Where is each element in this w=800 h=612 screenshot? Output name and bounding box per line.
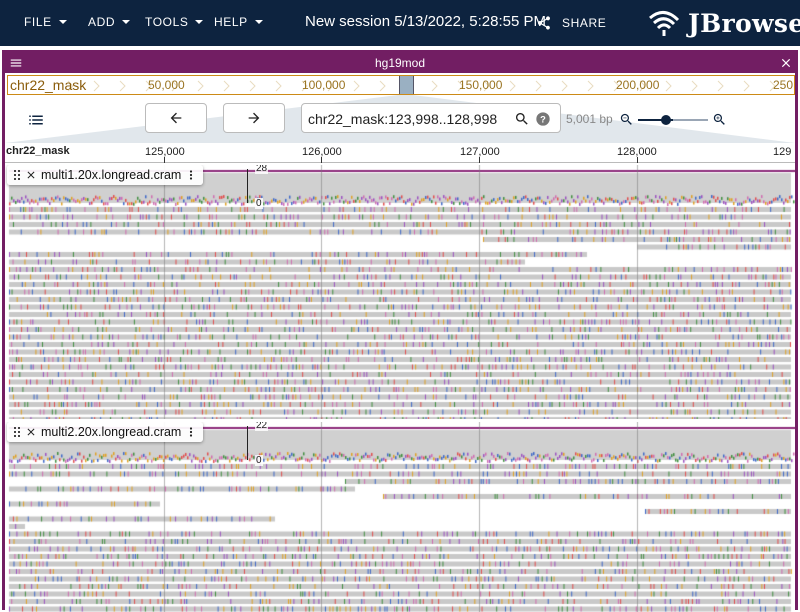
overview-current-region[interactable] xyxy=(399,76,414,94)
coverage-scale-min: 0 xyxy=(255,455,263,466)
search-icon[interactable] xyxy=(514,111,530,127)
overview-scalebar[interactable]: chr22_mask 50,000 100,000 150,000 200,00… xyxy=(7,75,795,95)
help-menu-label: HELP xyxy=(214,15,248,29)
help-icon[interactable]: ? xyxy=(535,111,551,127)
scroll-right-button[interactable] xyxy=(223,103,285,133)
alignments-track[interactable]: 22 0 multi2.20x.longread.cram xyxy=(5,422,795,612)
overview-tick: 50,000 xyxy=(148,78,185,92)
add-menu[interactable]: ADD xyxy=(88,15,131,29)
close-track-icon[interactable] xyxy=(25,426,37,438)
app-bar: FILE ADD TOOLS HELP New session 5/13/202… xyxy=(0,0,800,46)
overview-ref-name: chr22_mask xyxy=(10,77,87,93)
overview-tick: 100,000 xyxy=(302,78,346,92)
caret-down-icon xyxy=(58,20,67,24)
ruler-tick: 125,000 xyxy=(145,146,185,158)
alignments-canvas[interactable] xyxy=(5,422,795,612)
share-label: SHARE xyxy=(562,16,607,30)
location-input[interactable]: chr22_mask:123,998..128,998 xyxy=(308,111,497,127)
share-icon xyxy=(538,16,550,30)
coverage-scale-max: 22 xyxy=(255,422,269,431)
close-track-icon[interactable] xyxy=(25,169,37,181)
caret-down-icon xyxy=(122,20,131,24)
ruler-tick: 126,000 xyxy=(302,146,342,158)
file-menu-label: FILE xyxy=(24,15,52,29)
drag-handle-icon[interactable] xyxy=(13,169,21,181)
track-selector-icon[interactable] xyxy=(27,111,45,129)
alignments-track[interactable]: 28 0 multi1.20x.longread.cram xyxy=(5,165,795,419)
add-menu-label: ADD xyxy=(88,15,116,29)
caret-down-icon xyxy=(195,20,204,24)
help-menu[interactable]: HELP xyxy=(214,15,263,29)
logo-text: JBrowse xyxy=(688,8,800,38)
svg-text:?: ? xyxy=(540,114,546,124)
track-menu-icon[interactable] xyxy=(185,168,197,182)
zoom-slider-thumb[interactable] xyxy=(661,115,671,125)
bp-width-label: 5,001 bp xyxy=(566,112,613,126)
view-header: hg19mod xyxy=(5,53,795,73)
ruler-ref-name: chr22_mask xyxy=(6,145,70,157)
file-menu[interactable]: FILE xyxy=(24,15,67,29)
view-controls: chr22_mask:123,998..128,998 ? 5,001 bp xyxy=(5,97,795,145)
share-button[interactable]: SHARE xyxy=(536,15,606,31)
overview-tick: 250 xyxy=(773,78,794,92)
coverage-scale-max: 28 xyxy=(255,165,269,174)
track-label[interactable]: multi2.20x.longread.cram xyxy=(7,422,204,442)
caret-down-icon xyxy=(254,20,263,24)
ruler-tick: 127,000 xyxy=(460,146,500,158)
session-title[interactable]: New session 5/13/2022, 5:28:55 PM xyxy=(305,13,546,30)
tools-menu-label: TOOLS xyxy=(145,15,189,29)
scroll-left-button[interactable] xyxy=(145,103,207,133)
ruler-tick: 128,000 xyxy=(617,146,657,158)
arrow-left-icon xyxy=(170,112,182,124)
location-search-box[interactable]: chr22_mask:123,998..128,998 ? xyxy=(301,103,561,133)
zoom-slider-rail xyxy=(673,119,708,121)
jbrowse-logo-icon xyxy=(649,11,680,36)
ruler[interactable]: chr22_mask 125,000 126,000 127,000 128,0… xyxy=(5,145,795,163)
track-name: multi2.20x.longread.cram xyxy=(41,425,182,439)
tools-menu[interactable]: TOOLS xyxy=(145,15,204,29)
drag-handle-icon[interactable] xyxy=(13,426,21,438)
coverage-scale xyxy=(247,426,248,460)
view-title: hg19mod xyxy=(374,56,426,70)
overview-tick: 200,000 xyxy=(616,78,660,92)
zoom-out-icon[interactable] xyxy=(619,112,634,127)
close-view-icon[interactable] xyxy=(779,56,793,70)
linear-genome-view: hg19mod chr22_mask 50,000 100,000 150,00… xyxy=(2,50,798,612)
zoom-in-icon[interactable] xyxy=(712,112,727,127)
track-menu-icon[interactable] xyxy=(185,425,197,439)
jbrowse-logo: JBrowse xyxy=(646,8,800,38)
arrow-right-icon xyxy=(248,112,260,124)
coverage-scale xyxy=(247,169,248,203)
ruler-tick: 129 xyxy=(773,146,792,158)
overview-tick: 150,000 xyxy=(459,78,503,92)
alignments-canvas[interactable] xyxy=(5,165,795,419)
track-label[interactable]: multi1.20x.longread.cram xyxy=(7,165,204,185)
track-name: multi1.20x.longread.cram xyxy=(41,168,182,182)
coverage-scale-min: 0 xyxy=(255,198,263,209)
